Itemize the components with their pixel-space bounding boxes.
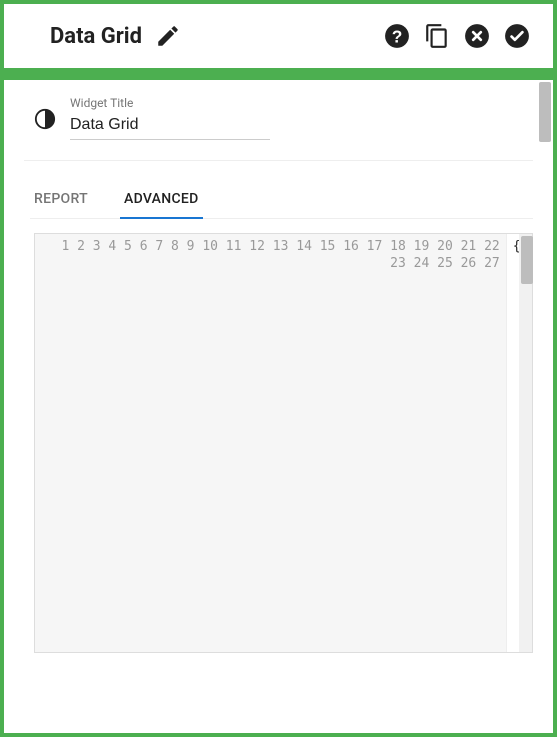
widget-title-label: Widget Title [70,96,270,110]
accent-bar [4,68,553,80]
contrast-icon[interactable] [34,108,56,140]
editor-gutter: 1 2 3 4 5 6 7 8 9 10 11 12 13 14 15 16 1… [35,234,507,652]
widget-title-row: Widget Title [34,96,533,140]
confirm-icon[interactable] [503,22,531,50]
code-editor[interactable]: 1 2 3 4 5 6 7 8 9 10 11 12 13 14 15 16 1… [34,233,533,653]
dialog-header: Data Grid ? [4,4,553,68]
svg-text:?: ? [392,27,403,47]
edit-icon[interactable] [154,22,182,50]
dialog-title: Data Grid [50,24,142,49]
dialog-window: Data Grid ? Widget Title [4,4,553,733]
tab-report[interactable]: REPORT [30,183,92,218]
editor-code[interactable]: { "paging": true, "pageSize": 10, "sorti… [507,234,519,652]
tab-bar: REPORT ADVANCED [30,183,533,219]
widget-title-field: Widget Title [70,96,270,140]
widget-title-input[interactable] [70,112,270,140]
editor-scrollbar[interactable] [519,234,532,652]
dialog-content: Widget Title REPORT ADVANCED 1 2 3 4 5 6… [4,80,553,733]
content-scrollbar-thumb[interactable] [539,82,551,142]
tab-advanced[interactable]: ADVANCED [120,183,203,219]
help-icon[interactable]: ? [383,22,411,50]
close-icon[interactable] [463,22,491,50]
editor-scrollbar-thumb[interactable] [521,236,533,284]
copy-icon[interactable] [423,22,451,50]
divider [24,160,533,161]
